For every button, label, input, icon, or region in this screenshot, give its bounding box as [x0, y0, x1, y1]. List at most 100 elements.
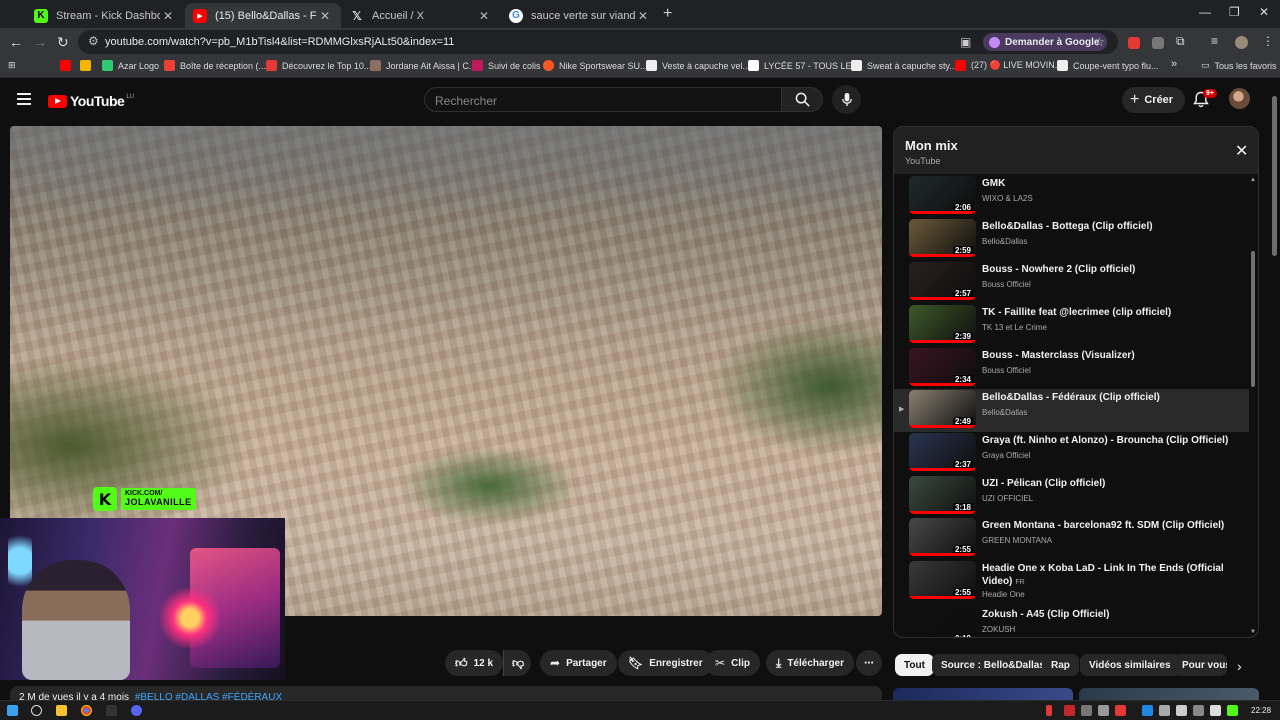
extensions-puzzle-icon[interactable]: ⧉ — [1176, 34, 1185, 49]
chip-for-you[interactable]: Pour vous — [1173, 654, 1227, 676]
page-scrollbar[interactable] — [1272, 96, 1277, 256]
back-icon[interactable]: ← — [9, 34, 23, 50]
save-button[interactable]: 🔖︎ Enregistrer — [618, 650, 713, 676]
mix-item[interactable]: 2:55 Green Montana - barcelona92 ft. SDM … — [894, 517, 1249, 560]
minimize-icon[interactable]: — — [1199, 5, 1211, 19]
mix-item-title[interactable]: Headie One x Koba LaD - Link In The Ends… — [982, 562, 1232, 589]
mix-item[interactable]: 2:59 Bello&Dallas - Bottega (Clip officie… — [894, 218, 1249, 261]
chip-source[interactable]: Source : Bello&Dallas — [932, 654, 1054, 676]
mix-item-thumbnail[interactable]: 2:57 — [909, 262, 976, 300]
reload-icon[interactable]: ↻ — [57, 34, 69, 51]
mix-item-thumbnail[interactable]: 2:06 — [909, 176, 976, 214]
mix-item[interactable]: 2:55 Headie One x Koba LaD - Link In The … — [894, 560, 1249, 603]
install-app-icon[interactable]: ▣ — [960, 35, 971, 49]
close-icon[interactable]: ✕ — [1235, 141, 1248, 161]
chrome-icon[interactable] — [81, 705, 92, 716]
close-tab-icon[interactable]: ✕ — [160, 9, 176, 23]
account-avatar[interactable] — [1229, 88, 1250, 109]
voice-search-button[interactable] — [832, 85, 861, 114]
mix-item-title[interactable]: GMK — [982, 177, 1232, 190]
search-icon[interactable] — [31, 705, 42, 716]
search-input[interactable] — [425, 88, 781, 114]
bookmark-item[interactable]: (27) 🔴 LIVE MOVIN... — [955, 60, 1062, 71]
bookmark-item[interactable]: Boîte de réception (... — [164, 60, 266, 71]
discord-icon[interactable] — [131, 705, 142, 716]
terminal-icon[interactable] — [106, 705, 117, 716]
mix-item-title[interactable]: Bello&Dallas - Bottega (Clip officiel) — [982, 220, 1232, 233]
create-button[interactable]: + Créer — [1122, 87, 1186, 113]
search-button[interactable] — [781, 87, 823, 112]
tray-app-icon[interactable] — [1115, 705, 1126, 716]
mix-item-title[interactable]: Zokush - A45 (Clip Officiel) — [982, 608, 1232, 621]
mix-item-title[interactable]: TK - Faillite feat @lecrimee (clip offic… — [982, 306, 1232, 319]
address-bar[interactable]: ⚙ youtube.com/watch?v=pb_M1bTisl4&list=R… — [78, 30, 1118, 54]
reading-list-icon[interactable]: ≡ — [1211, 34, 1218, 48]
extension-icon[interactable] — [1128, 37, 1140, 49]
mix-item-title[interactable]: UZI - Pélican (Clip officiel) — [982, 477, 1232, 490]
download-button[interactable]: ⤓ Télécharger — [766, 650, 855, 676]
mix-item-title[interactable]: Bouss - Masterclass (Visualizer) — [982, 349, 1232, 362]
volume-icon[interactable] — [1210, 705, 1221, 716]
mix-item-thumbnail[interactable]: 2:19 — [909, 607, 976, 637]
mix-item-thumbnail[interactable]: 3:18 — [909, 476, 976, 514]
mix-item[interactable]: 2:37 Graya (ft. Ninho et Alonzo) - Brounc… — [894, 432, 1249, 475]
mix-item-thumbnail[interactable]: 2:34 — [909, 348, 976, 386]
clip-button[interactable]: ✂ Clip — [705, 650, 760, 676]
bookmark-item[interactable]: Jordane Ait Aissa | C... — [370, 60, 476, 71]
mix-scrollbar[interactable] — [1251, 251, 1255, 387]
tab-youtube-video[interactable]: ▶ (15) Bello&Dallas - Fédéraux (C ✕ — [185, 3, 341, 28]
bookmark-item[interactable]: Coupe-vent typo flu... — [1057, 60, 1159, 71]
mix-item-thumbnail[interactable]: 2:59 — [909, 219, 976, 257]
windows-start-icon[interactable] — [7, 705, 18, 716]
kick-tray-icon[interactable] — [1227, 705, 1238, 716]
all-favorites-folder[interactable]: ▭ Tous les favoris — [1201, 60, 1277, 71]
site-info-icon[interactable]: ⚙ — [88, 34, 99, 48]
mix-item-thumbnail[interactable]: 2:37 — [909, 433, 976, 471]
scroll-up-icon[interactable]: ▲ — [1250, 177, 1256, 183]
apps-grid-icon[interactable]: ⊞ — [8, 60, 16, 71]
close-tab-icon[interactable]: ✕ — [476, 9, 492, 23]
dislike-button[interactable]: 👎︎ — [503, 650, 531, 676]
tray-app-icon[interactable] — [1159, 705, 1170, 716]
chrome-menu-icon[interactable]: ⋮ — [1262, 34, 1274, 48]
mix-item-title[interactable]: Bouss - Nowhere 2 (Clip officiel) — [982, 263, 1232, 276]
mix-item[interactable]: 2:19 Zokush - A45 (Clip Officiel) ZOKUSH — [894, 606, 1249, 637]
chip-rap[interactable]: Rap — [1042, 654, 1079, 676]
bookmark-item[interactable] — [60, 60, 76, 71]
url-text[interactable]: youtube.com/watch?v=pb_M1bTisl4&list=RDM… — [105, 36, 454, 48]
forward-icon[interactable]: → — [33, 34, 47, 50]
file-explorer-icon[interactable] — [56, 705, 67, 716]
mix-item[interactable]: 3:18 UZI - Pélican (Clip officiel) UZI OFF… — [894, 475, 1249, 518]
bookmark-item[interactable]: Nike Sportswear SU... — [543, 60, 648, 71]
bookmark-item[interactable]: Azar Logo — [102, 60, 159, 71]
tray-app-icon[interactable] — [1098, 705, 1109, 716]
restore-icon[interactable]: ❐ — [1229, 5, 1240, 19]
bookmark-item[interactable]: Sweat à capuche sty... — [851, 60, 957, 71]
menu-icon[interactable] — [17, 93, 31, 105]
profile-avatar[interactable] — [1235, 36, 1248, 49]
mix-item[interactable]: 2:39 TK - Faillite feat @lecrimee (clip o… — [894, 304, 1249, 347]
bluetooth-icon[interactable] — [1142, 705, 1153, 716]
bookmark-item[interactable]: Découvrez le Top 10... — [266, 60, 371, 71]
close-tab-icon[interactable]: ✕ — [317, 9, 333, 23]
share-button[interactable]: ➦ Partager — [540, 650, 617, 676]
new-tab-button[interactable]: + — [663, 5, 672, 23]
close-window-icon[interactable]: ✕ — [1259, 5, 1269, 19]
mix-item-thumbnail[interactable]: 2:49 — [909, 390, 976, 428]
mix-item-thumbnail[interactable]: 2:55 — [909, 561, 976, 599]
more-bookmarks-button[interactable]: » — [1171, 58, 1177, 70]
ask-google-button[interactable]: Demander à Google — [983, 33, 1108, 51]
mix-item-thumbnail[interactable]: 2:55 — [909, 518, 976, 556]
system-clock[interactable]: 22:28 — [1251, 706, 1271, 715]
bookmark-item[interactable] — [80, 60, 96, 71]
chip-similar-videos[interactable]: Vidéos similaires — [1080, 654, 1180, 676]
mix-item-title[interactable]: Graya (ft. Ninho et Alonzo) - Brouncha (… — [982, 434, 1232, 447]
bookmark-item[interactable]: Veste à capuche vel... — [646, 60, 750, 71]
more-actions-button[interactable]: ⋯ — [856, 650, 882, 676]
network-icon[interactable] — [1176, 705, 1187, 716]
bookmark-star-icon[interactable]: ☆ — [1094, 35, 1105, 49]
mix-item-title[interactable]: Green Montana - barcelona92 ft. SDM (Cli… — [982, 519, 1232, 532]
tab-kick-dashboard[interactable]: K Stream - Kick Dashboard ✕ — [26, 3, 184, 28]
mix-item[interactable]: 2:34 Bouss - Masterclass (Visualizer) Bous… — [894, 347, 1249, 390]
tray-app-icon[interactable] — [1064, 705, 1075, 716]
